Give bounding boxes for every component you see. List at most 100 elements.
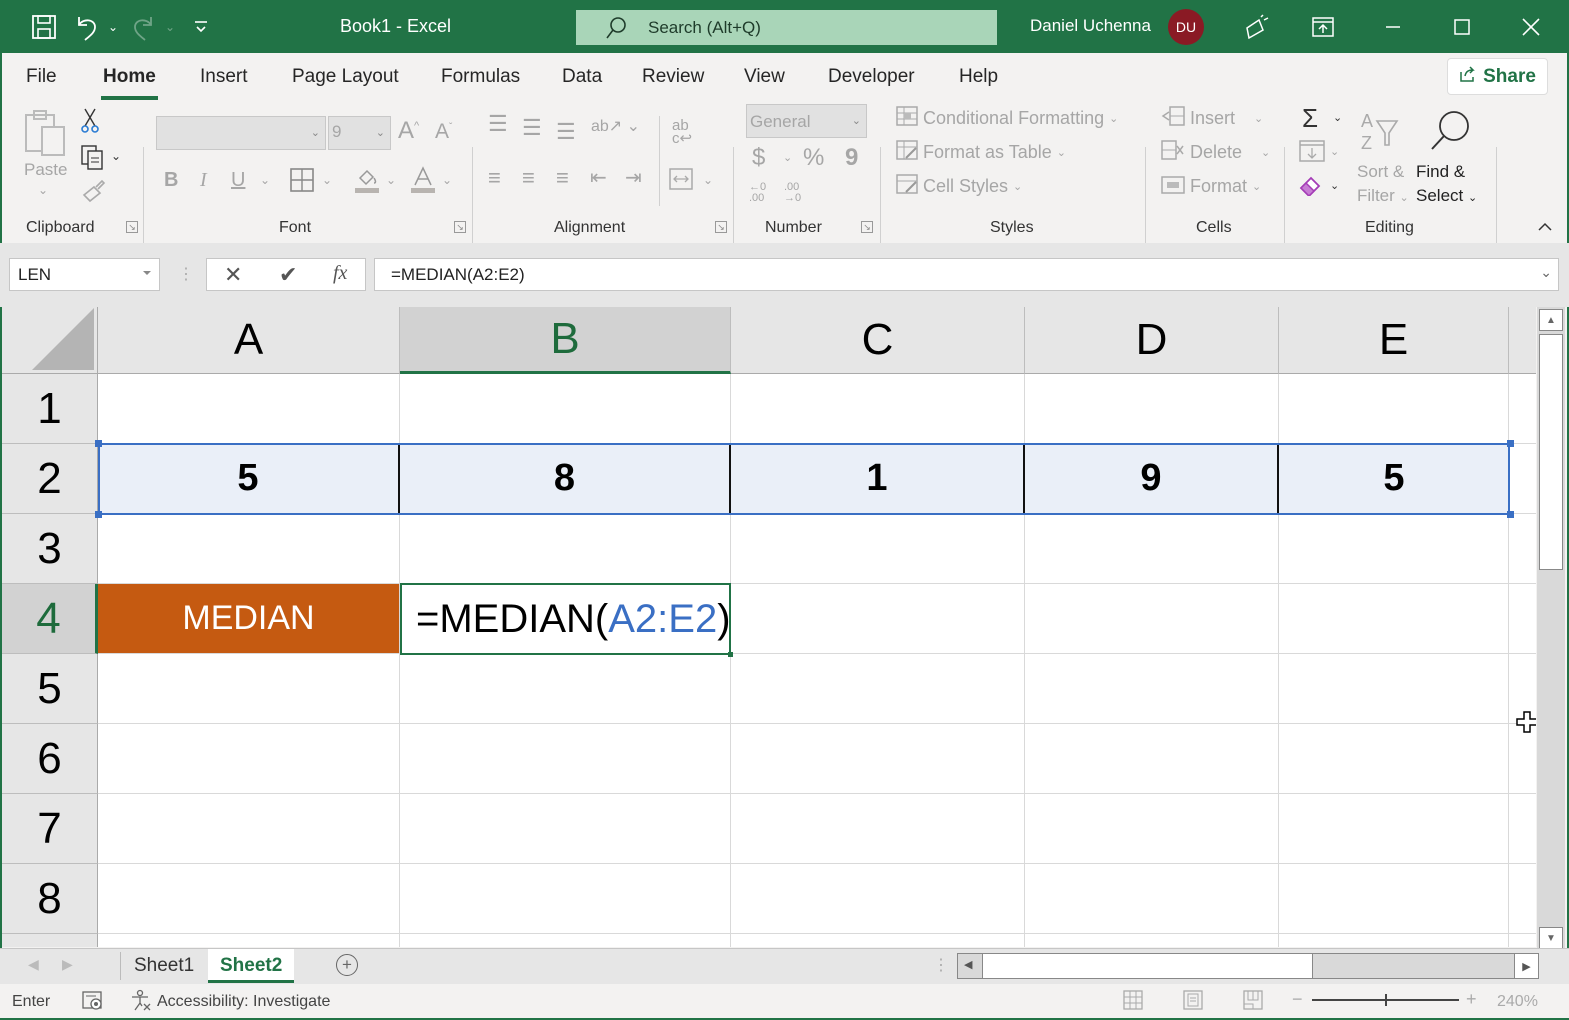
zoom-slider[interactable] [1312,994,1459,1006]
grid-cell[interactable] [1279,934,1509,947]
resize-handle-icon[interactable]: ⋮ [178,264,194,284]
range-handle[interactable] [95,440,102,447]
insert-function-icon[interactable]: fx [333,262,347,285]
column-header-b[interactable]: B [400,307,731,374]
percent-button[interactable]: % [803,144,824,172]
decrease-decimal-icon[interactable]: .00 →0 [784,182,801,204]
vertical-scrollbar[interactable]: ▲ ▼ [1537,307,1565,950]
grid-cell[interactable] [400,654,731,724]
range-handle[interactable] [1507,511,1514,518]
grid-cell[interactable] [400,374,731,444]
user-name[interactable]: Daniel Uchenna [1030,16,1151,36]
minimize-icon[interactable] [1373,8,1413,46]
decrease-indent-icon[interactable]: ⇤ [590,165,607,190]
column-header-c[interactable]: C [731,307,1025,374]
grid-cell[interactable] [1279,584,1509,654]
collapse-ribbon-icon[interactable] [1537,219,1553,235]
delete-cells-button[interactable]: Delete ⌄ [1161,140,1270,165]
paste-dropdown-icon[interactable]: ⌄ [38,183,48,197]
maximize-icon[interactable] [1442,8,1482,46]
bold-button[interactable]: B [164,169,178,192]
align-left-icon[interactable]: ≡ [488,165,501,191]
format-cells-button[interactable]: Format ⌄ [1161,174,1261,199]
grid-cell[interactable] [1025,374,1279,444]
grid-cell[interactable] [1279,864,1509,934]
row-header-9[interactable] [2,934,98,947]
borders-dropdown-icon[interactable]: ⌄ [322,173,332,187]
horizontal-scroll-thumb[interactable] [982,954,1313,978]
grid-cell[interactable] [98,934,400,947]
fill-icon[interactable] [1299,140,1325,167]
tab-insert[interactable]: Insert [200,66,248,88]
decrease-font-size-icon[interactable]: Aˇ [435,120,452,144]
accessibility-status[interactable]: Accessibility: Investigate [157,993,330,1011]
grid-cell[interactable] [1509,444,1536,514]
scroll-up-button[interactable]: ▲ [1539,309,1563,331]
grid-cell[interactable] [1025,934,1279,947]
close-icon[interactable] [1511,8,1551,46]
comma-style-button[interactable]: 9 [845,144,858,172]
previous-sheet-icon[interactable]: ◀ [28,956,39,973]
next-sheet-icon[interactable]: ▶ [62,956,73,973]
column-header-a[interactable]: A [98,307,400,374]
tab-formulas[interactable]: Formulas [441,66,520,88]
coauthoring-icon[interactable] [1236,8,1276,46]
page-break-view-icon[interactable] [1243,990,1263,1015]
zoom-in-button[interactable]: + [1466,989,1477,1010]
grid-cell[interactable] [731,864,1025,934]
currency-dropdown-icon[interactable]: ⌄ [783,151,792,164]
zoom-out-button[interactable]: − [1292,989,1303,1010]
grid-cell[interactable] [1025,724,1279,794]
clipboard-launcher-icon[interactable]: ↘ [126,221,138,233]
clear-dropdown-icon[interactable]: ⌄ [1330,179,1339,192]
grid-cell[interactable] [1509,794,1536,864]
grid-cell[interactable] [1279,374,1509,444]
vertical-scroll-thumb[interactable] [1539,334,1563,570]
fill-color-dropdown-icon[interactable]: ⌄ [386,173,396,187]
cell-d2[interactable]: 9 [1025,444,1279,514]
worksheet-grid[interactable]: A B C D E 1 2 3 4 5 6 7 8 5 8 1 9 5 MEDI… [2,307,1536,947]
wrap-text-icon[interactable]: ab c↩ [672,118,692,146]
find-select-button[interactable]: Find & Select ⌄ [1416,109,1477,210]
cell-a2[interactable]: 5 [98,444,400,514]
paste-button[interactable] [24,109,68,162]
orientation-icon[interactable]: ab↗ ⌄ [591,116,640,136]
cell-styles-button[interactable]: Cell Styles ⌄ [896,174,1022,199]
scroll-left-button[interactable]: ◀ [964,958,972,971]
grid-cell[interactable] [1509,514,1536,584]
grid-cell[interactable] [731,654,1025,724]
undo-dropdown-icon[interactable]: ⌄ [98,12,128,42]
name-box-dropdown-icon[interactable] [143,271,151,275]
cut-icon[interactable] [80,107,102,138]
grid-cell[interactable] [1025,864,1279,934]
top-align-icon[interactable]: ☰ [488,111,508,137]
tab-split-handle-icon[interactable]: ⋮ [933,955,949,975]
font-name-dropdown[interactable]: ⌄ [156,116,326,150]
grid-cell[interactable] [400,794,731,864]
font-launcher-icon[interactable]: ↘ [454,221,466,233]
row-header-8[interactable]: 8 [2,864,98,934]
row-header-4[interactable]: 4 [2,584,98,654]
grid-cell[interactable] [1279,654,1509,724]
sheet-tab-sheet1[interactable]: Sheet1 [122,949,206,983]
ribbon-display-icon[interactable] [1303,8,1343,46]
expand-formula-bar-icon[interactable]: ⌄ [1540,264,1552,281]
accessibility-icon[interactable] [130,989,152,1016]
copy-dropdown-icon[interactable]: ⌄ [111,149,121,163]
macro-recording-icon[interactable] [82,991,104,1016]
font-color-icon[interactable] [410,166,436,199]
cell-a4[interactable]: MEDIAN [98,584,400,654]
increase-decimal-icon[interactable]: ←0.00 [749,182,766,204]
fill-color-icon[interactable] [354,166,380,199]
grid-cell[interactable] [400,864,731,934]
grid-cell[interactable] [731,794,1025,864]
grid-cell[interactable] [98,724,400,794]
fill-dropdown-icon[interactable]: ⌄ [1330,145,1339,158]
select-all-button[interactable] [2,307,98,374]
grid-cell[interactable] [1509,864,1536,934]
column-header-f[interactable] [1509,307,1536,374]
borders-icon[interactable] [290,168,314,197]
sort-filter-button[interactable]: AZ Sort & Filter ⌄ [1357,109,1409,210]
clear-icon[interactable] [1299,174,1325,201]
zoom-slider-thumb[interactable] [1385,994,1387,1006]
